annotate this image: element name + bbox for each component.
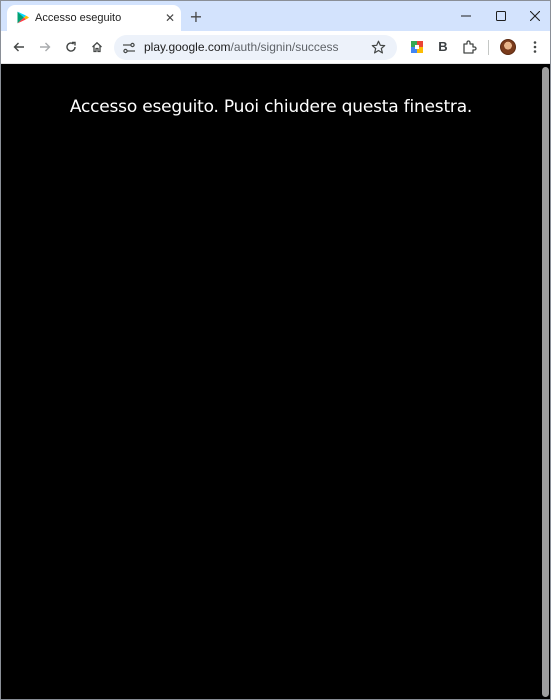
site-info-icon[interactable]: [122, 41, 136, 55]
back-arrow-icon[interactable]: [9, 37, 29, 57]
scrollbar-thumb[interactable]: [542, 67, 549, 697]
kebab-menu-icon[interactable]: [527, 39, 543, 55]
close-window-icon[interactable]: [525, 6, 545, 26]
maximize-icon[interactable]: [491, 6, 511, 26]
bold-b-extension-icon[interactable]: B: [435, 39, 451, 55]
forward-arrow-icon[interactable]: [35, 37, 55, 57]
tab-title: Accesso eseguito: [35, 12, 122, 24]
home-icon[interactable]: [87, 37, 107, 57]
tab-strip: Accesso eseguito ✕ +: [1, 1, 550, 31]
google-extension-icon[interactable]: [409, 39, 425, 55]
url-path: /auth/signin/success: [230, 40, 339, 54]
url-text[interactable]: play.google.com/auth/signin/success: [144, 40, 339, 55]
address-bar[interactable]: play.google.com/auth/signin/success: [114, 35, 397, 60]
profile-avatar[interactable]: [500, 39, 516, 55]
minimize-icon[interactable]: [456, 6, 476, 26]
url-domain: play.google.com: [144, 40, 231, 54]
tab-close-icon[interactable]: ✕: [162, 10, 178, 26]
page-content: Accesso eseguito. Puoi chiudere questa f…: [1, 65, 539, 699]
new-tab-button[interactable]: +: [187, 7, 205, 26]
reload-icon[interactable]: [61, 37, 81, 57]
puzzle-icon[interactable]: [461, 39, 477, 55]
success-message: Accesso eseguito. Puoi chiudere questa f…: [69, 97, 473, 117]
tab-accesso-eseguito[interactable]: Accesso eseguito ✕: [7, 5, 181, 31]
browser-toolbar: play.google.com/auth/signin/success B: [1, 31, 550, 64]
google-play-icon: [17, 11, 29, 24]
browser-window: Accesso eseguito ✕ + play.google.com/aut…: [0, 0, 551, 700]
star-icon[interactable]: [371, 40, 386, 55]
toolbar-divider: [488, 40, 489, 55]
